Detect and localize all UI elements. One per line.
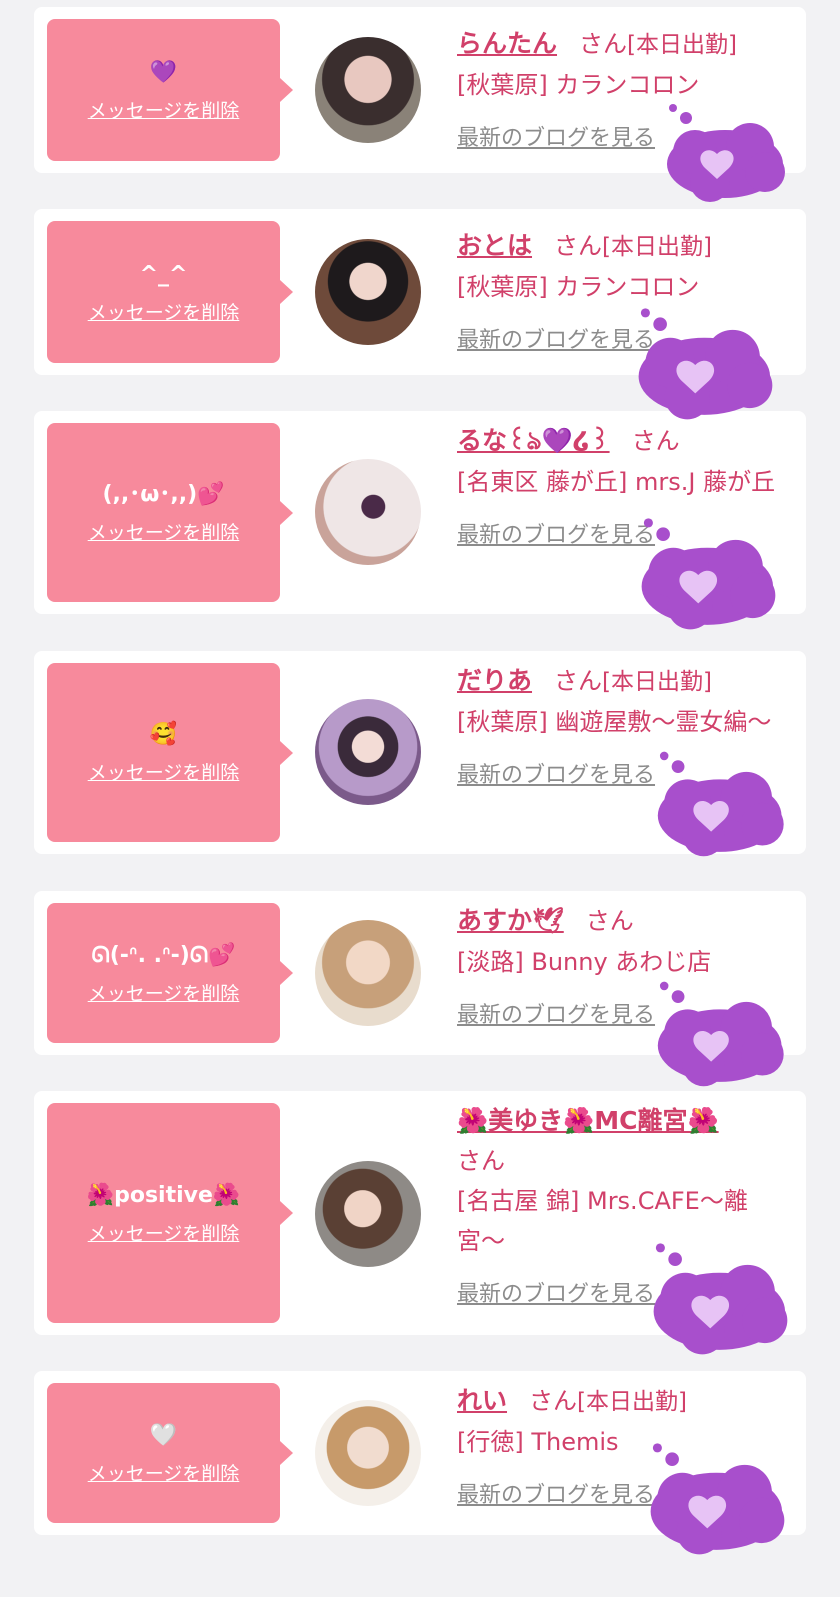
- avatar[interactable]: [315, 1161, 421, 1267]
- message-text: 🌺positive🌺: [86, 1182, 241, 1208]
- purple-heart-cloud-icon: [650, 1443, 785, 1555]
- blog-link[interactable]: 最新のブログを見る: [457, 1275, 655, 1315]
- honorific: さん: [579, 30, 628, 58]
- cast-name-link[interactable]: れい: [457, 1386, 507, 1415]
- honorific: さん: [554, 232, 603, 260]
- cast-name-link[interactable]: るな꒰ঌ💜໒꒱: [457, 426, 610, 455]
- avatar[interactable]: [315, 459, 421, 565]
- message-bubble: 🌺positive🌺 メッセージを削除: [47, 1103, 293, 1323]
- purple-heart-cloud-icon: [657, 981, 784, 1087]
- message-text: ^_^: [139, 261, 188, 287]
- blog-link[interactable]: 最新のブログを見る: [457, 1476, 655, 1516]
- avatar[interactable]: [315, 699, 421, 805]
- honorific: さん: [554, 667, 603, 695]
- status-badge: [本日出勤]: [602, 234, 712, 260]
- purple-heart-cloud-icon: [667, 104, 785, 202]
- blog-link[interactable]: 最新のブログを見る: [457, 119, 655, 159]
- avatar[interactable]: [315, 920, 421, 1026]
- message-bubble: (,,･ω･,,)💕 メッセージを削除: [47, 423, 293, 602]
- shop-name: [秋葉原] カランコロン: [457, 273, 700, 301]
- shop-name: [秋葉原] 幽遊屋敷〜霊女編〜: [457, 708, 772, 736]
- avatar[interactable]: [315, 239, 421, 345]
- message-text: 🤍: [149, 1422, 178, 1448]
- delete-message-link[interactable]: メッセージを削除: [88, 96, 240, 123]
- shop-name: [秋葉原] カランコロン: [457, 71, 700, 99]
- blog-link[interactable]: 最新のブログを見る: [457, 996, 655, 1036]
- cast-name-link[interactable]: おとは: [457, 231, 532, 260]
- purple-heart-cloud-icon: [638, 308, 773, 420]
- message-bubble: 🥰 メッセージを削除: [47, 663, 293, 842]
- delete-message-link[interactable]: メッセージを削除: [88, 758, 240, 785]
- purple-heart-cloud-icon: [653, 1243, 788, 1355]
- message-bubble: 💜 メッセージを削除: [47, 19, 293, 161]
- cast-name-link[interactable]: らんたん: [457, 29, 557, 58]
- honorific: さん: [585, 907, 634, 935]
- message-text: ᘏ(-ᐢ. .ᐢ-)ᘏ💕: [91, 942, 236, 968]
- status-badge: [本日出勤]: [577, 1389, 687, 1415]
- delete-message-link[interactable]: メッセージを削除: [88, 1459, 240, 1486]
- status-badge: [本日出勤]: [602, 669, 712, 695]
- honorific: さん: [457, 1147, 505, 1175]
- honorific: さん: [631, 427, 680, 455]
- message-bubble: 🤍 メッセージを削除: [47, 1383, 293, 1523]
- delete-message-link[interactable]: メッセージを削除: [88, 1219, 240, 1246]
- message-bubble: ᘏ(-ᐢ. .ᐢ-)ᘏ💕 メッセージを削除: [47, 903, 293, 1043]
- shop-name: [名東区 藤が丘] mrs.J 藤が丘: [457, 468, 776, 496]
- purple-heart-cloud-icon: [657, 751, 784, 857]
- cast-name-link[interactable]: あすか🕊: [457, 906, 564, 935]
- delete-message-link[interactable]: メッセージを削除: [88, 298, 240, 325]
- blog-link[interactable]: 最新のブログを見る: [457, 756, 655, 796]
- cast-name-link[interactable]: だりあ: [457, 666, 532, 695]
- delete-message-link[interactable]: メッセージを削除: [88, 518, 240, 545]
- status-badge: [本日出勤]: [627, 32, 737, 58]
- honorific: さん: [529, 1387, 578, 1415]
- avatar[interactable]: [315, 37, 421, 143]
- delete-message-link[interactable]: メッセージを削除: [88, 979, 240, 1006]
- message-text: (,,･ω･,,)💕: [102, 482, 225, 507]
- message-text: 💜: [149, 59, 178, 85]
- message-text: 🥰: [149, 722, 178, 747]
- blog-link[interactable]: 最新のブログを見る: [457, 516, 655, 556]
- purple-heart-cloud-icon: [641, 518, 776, 630]
- message-bubble: ^_^ メッセージを削除: [47, 221, 293, 363]
- avatar[interactable]: [315, 1400, 421, 1506]
- cast-name-link[interactable]: 🌺美ゆき🌺MC離宮🌺: [457, 1106, 719, 1135]
